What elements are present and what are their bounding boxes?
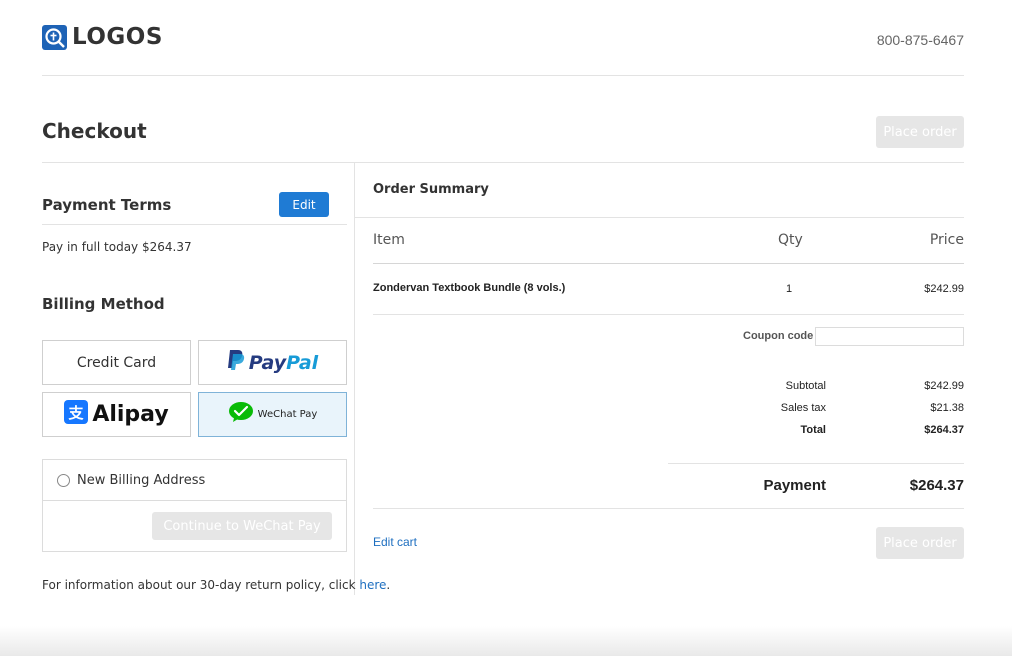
place-order-button-top[interactable]: Place order — [876, 116, 964, 148]
subtotal-value: $242.99 — [924, 380, 964, 392]
sales-tax-label: Sales tax — [780, 402, 826, 414]
coupon-code-input[interactable] — [815, 327, 964, 346]
return-policy-note: For information about our 30-day return … — [42, 578, 391, 592]
wechat-pay-label: WeChat Pay — [257, 409, 318, 420]
site-header: LOGOS 800-875-6467 — [42, 0, 964, 76]
logos-logo-icon — [42, 24, 67, 50]
return-policy-link[interactable]: here — [359, 578, 386, 592]
page-title: Checkout — [42, 119, 147, 143]
column-header-qty: Qty — [778, 232, 803, 248]
place-order-button-bottom[interactable]: Place order — [876, 527, 964, 559]
total-label: Total — [800, 424, 826, 436]
edit-payment-terms-button[interactable]: Edit — [279, 192, 329, 217]
alipay-icon: 支 — [64, 400, 89, 429]
billing-method-title: Billing Method — [42, 295, 165, 313]
coupon-code-label: Coupon code — [743, 330, 814, 342]
divider — [373, 314, 964, 315]
credit-card-label: Credit Card — [76, 354, 157, 371]
column-divider — [354, 163, 355, 595]
divider — [42, 224, 347, 225]
wechat-icon — [228, 401, 254, 428]
new-billing-address-label: New Billing Address — [77, 472, 206, 488]
wechat-pay-option[interactable]: WeChat Pay — [198, 392, 347, 437]
item-name: Zondervan Textbook Bundle (8 vols.) — [373, 282, 566, 294]
payment-label: Payment — [763, 477, 826, 494]
edit-cart-link[interactable]: Edit cart — [373, 535, 417, 549]
paypal-icon — [227, 349, 245, 376]
divider — [668, 463, 964, 464]
continue-to-wechat-pay-button[interactable]: Continue to WeChat Pay — [152, 512, 332, 540]
payment-terms-title: Payment Terms — [42, 196, 172, 214]
item-price: $242.99 — [924, 283, 964, 295]
new-billing-address-row[interactable]: New Billing Address — [43, 460, 346, 501]
column-header-item: Item — [373, 232, 405, 248]
logos-logo[interactable]: LOGOS — [42, 24, 163, 50]
paypal-option[interactable]: PayPal — [198, 340, 347, 385]
new-billing-address-radio[interactable] — [57, 473, 70, 487]
alipay-label: Alipay — [92, 402, 169, 427]
payment-value: $264.37 — [909, 477, 964, 494]
sales-tax-value: $21.38 — [930, 402, 964, 414]
billing-address-panel: New Billing Address Continue to WeChat P… — [42, 459, 347, 552]
column-header-price: Price — [929, 232, 964, 248]
order-summary-title: Order Summary — [373, 182, 489, 197]
alipay-option[interactable]: 支 Alipay — [42, 392, 191, 437]
divider — [355, 217, 964, 218]
divider — [373, 508, 964, 509]
payment-terms-description: Pay in full today $264.37 — [42, 240, 192, 254]
page-bottom-shadow — [0, 626, 1012, 656]
total-value: $264.37 — [924, 424, 964, 436]
subtotal-label: Subtotal — [785, 380, 826, 392]
paypal-logo-text: PayPal — [248, 351, 319, 374]
phone-number[interactable]: 800-875-6467 — [877, 32, 964, 48]
divider — [42, 162, 964, 163]
logo-text: LOGOS — [72, 24, 163, 50]
item-qty: 1 — [786, 283, 793, 295]
svg-text:支: 支 — [68, 404, 85, 422]
divider — [373, 263, 964, 264]
credit-card-option[interactable]: Credit Card — [42, 340, 191, 385]
